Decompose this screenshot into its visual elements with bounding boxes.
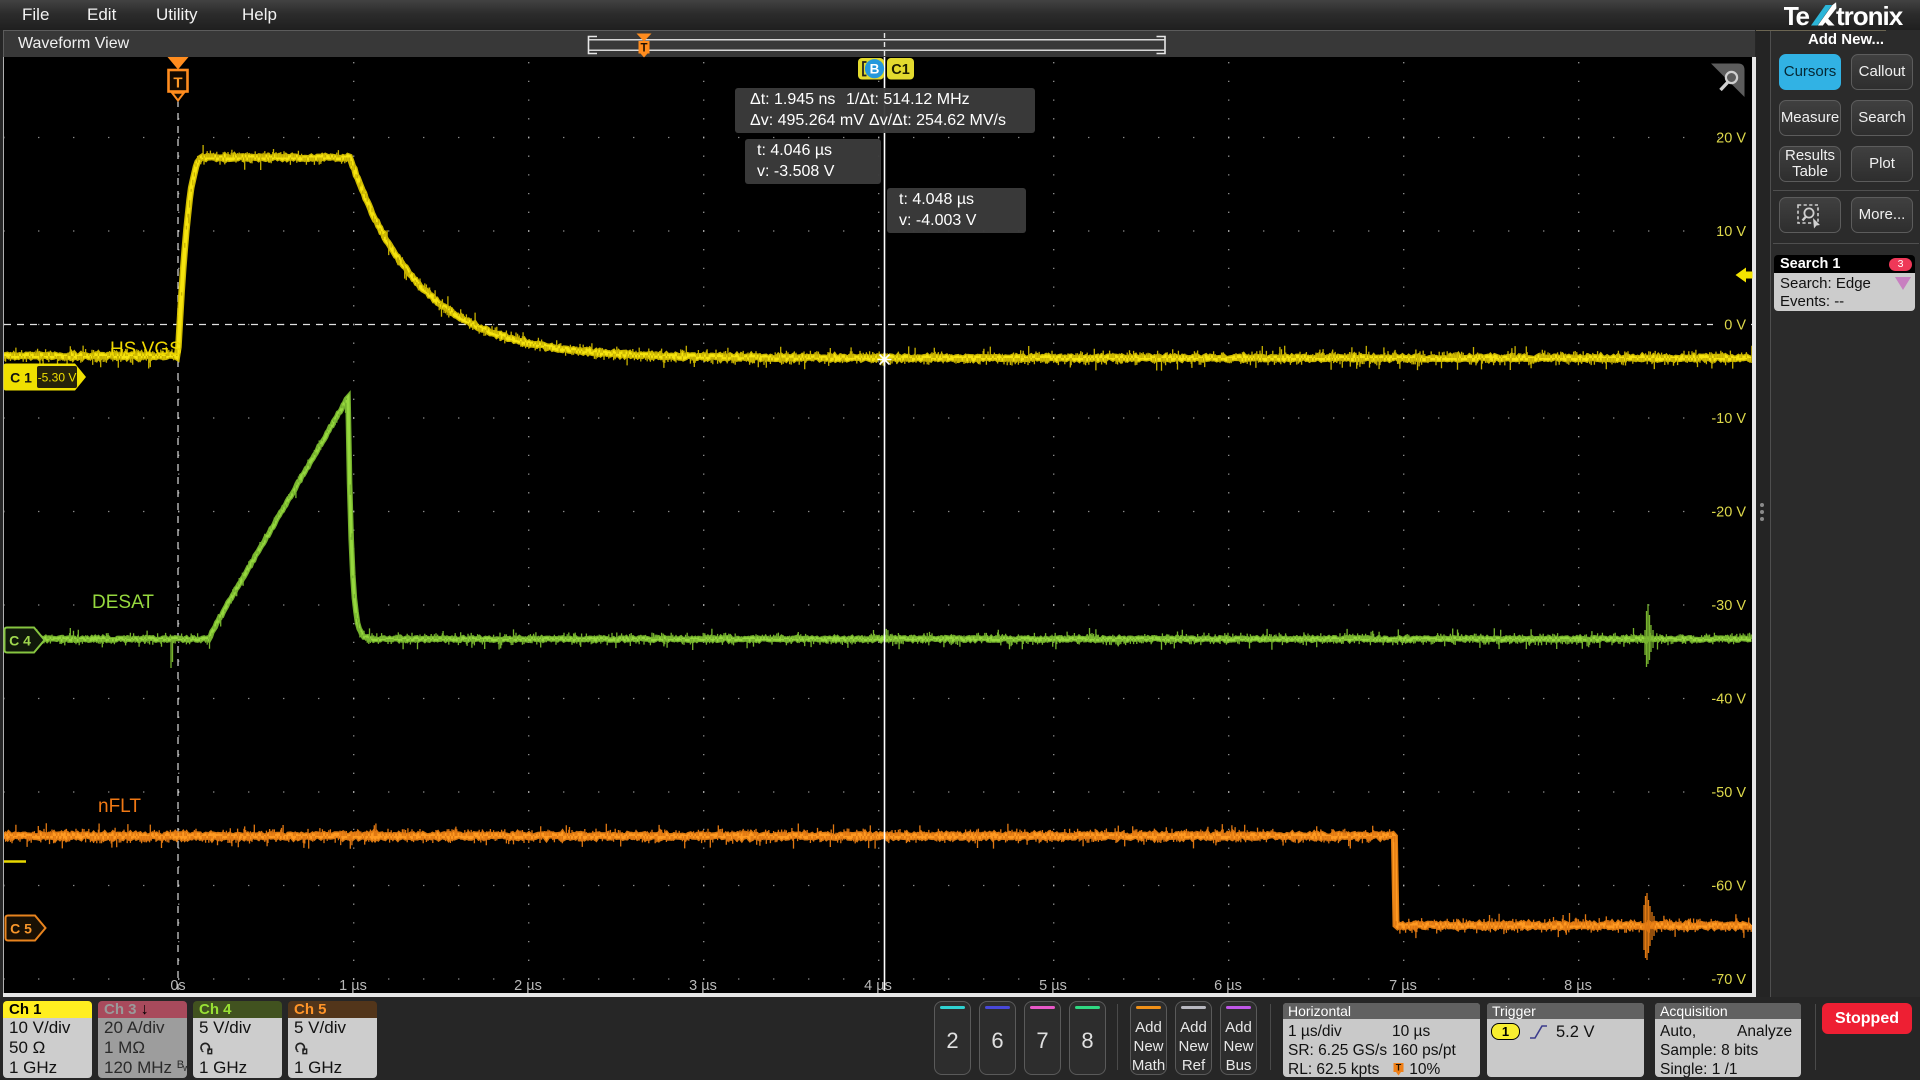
svg-text:B: B <box>870 62 880 77</box>
svg-text:-30 V: -30 V <box>1711 598 1746 614</box>
svg-text:0 V: 0 V <box>1724 318 1746 334</box>
svg-text:C1: C1 <box>891 62 910 78</box>
svg-text:2 µs: 2 µs <box>514 978 542 994</box>
svg-text:1 µs: 1 µs <box>339 978 367 994</box>
svg-text:T: T <box>640 43 647 55</box>
svg-text:6 µs: 6 µs <box>1214 978 1242 994</box>
svg-text:-20 V: -20 V <box>1711 505 1746 521</box>
svg-text:-5.30 V: -5.30 V <box>38 371 77 385</box>
svg-text:C 4: C 4 <box>9 633 31 649</box>
svg-text:-50 V: -50 V <box>1711 785 1746 801</box>
svg-text:20 V: 20 V <box>1716 131 1746 147</box>
svg-text:8 µs: 8 µs <box>1564 978 1592 994</box>
svg-text:4 µs: 4 µs <box>864 978 892 994</box>
svg-text:HS VGS: HS VGS <box>110 339 182 360</box>
svg-text:T: T <box>173 75 182 92</box>
svg-text:C 5: C 5 <box>10 921 32 937</box>
svg-text:-10 V: -10 V <box>1711 411 1746 427</box>
svg-text:3 µs: 3 µs <box>689 978 717 994</box>
svg-text:-60 V: -60 V <box>1711 879 1746 895</box>
svg-text:DESAT: DESAT <box>92 592 154 613</box>
svg-text:-40 V: -40 V <box>1711 692 1746 708</box>
svg-text:T: T <box>1396 1063 1402 1073</box>
svg-text:7 µs: 7 µs <box>1389 978 1417 994</box>
svg-text:nFLT: nFLT <box>98 796 141 817</box>
svg-text:C 1: C 1 <box>10 370 32 386</box>
svg-text:5 µs: 5 µs <box>1039 978 1067 994</box>
svg-text:-70 V: -70 V <box>1711 972 1746 988</box>
svg-text:10 V: 10 V <box>1716 224 1746 240</box>
svg-text:0s: 0s <box>170 978 185 994</box>
